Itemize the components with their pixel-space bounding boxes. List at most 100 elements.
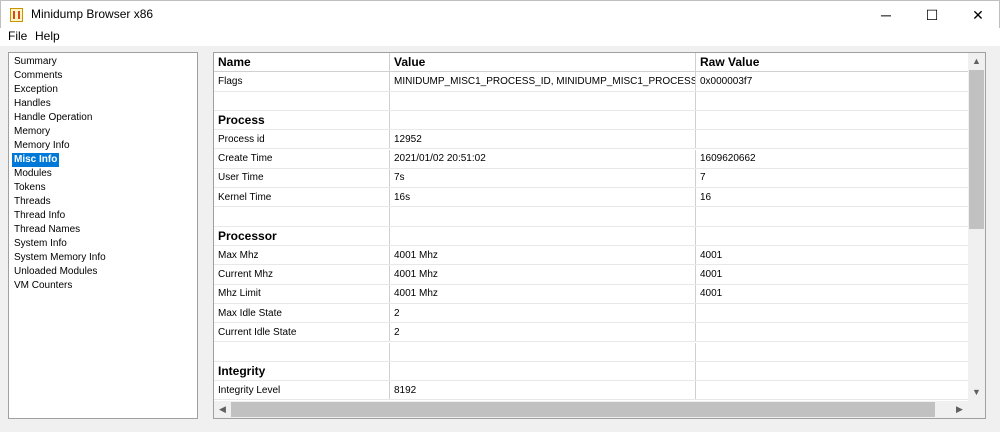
sidebar-item-thread-names[interactable]: Thread Names [12,223,82,237]
sidebar-item-modules[interactable]: Modules [12,167,54,181]
category-list[interactable]: Summary Comments Exception Handles Handle Op… [8,52,198,419]
table-row[interactable]: User Time 7s 7 [214,168,968,189]
cell-value: MINIDUMP_MISC1_PROCESS_ID, MINIDUMP_MISC… [390,72,696,91]
column-header-name[interactable]: Name [214,53,390,72]
sidebar-item-threads[interactable]: Threads [12,195,53,209]
section-row[interactable]: Process [214,110,968,131]
cell-value: 4001 Mhz [390,246,696,265]
cell-value: 8192 [390,381,696,400]
sidebar-item-system-memory-info[interactable]: System Memory Info [12,251,108,265]
horizontal-scrollbar[interactable]: ◀ ▶ [214,401,968,418]
sidebar-item-thread-info[interactable]: Thread Info [12,209,67,223]
menu-bar: File Help [0,28,1000,46]
vertical-scroll-thumb[interactable] [969,70,984,229]
title-bar: Minidump Browser x86 ─ ☐ ✕ [0,0,1000,28]
cell-name: Create Time [214,149,390,168]
cell-raw: 7 [700,172,706,184]
table-row[interactable]: Current Idle State 2 [214,323,968,343]
sidebar-item-handles[interactable]: Handles [12,97,53,111]
sidebar-item-summary[interactable]: Summary [12,55,59,69]
cell-raw: 0x000003f7 [700,75,753,87]
cell-name: Kernel Time [214,188,390,207]
column-header-raw-value[interactable]: Raw Value [696,53,968,71]
column-header-value[interactable]: Value [390,53,696,72]
cell-value: 2 [390,303,696,323]
scroll-corner [968,401,985,418]
cell-name [214,342,390,361]
cell-name: User Time [214,168,390,188]
maximize-button[interactable]: ☐ [909,1,955,29]
table-row[interactable]: Process id 12952 [214,130,968,150]
sidebar-item-comments[interactable]: Comments [12,69,64,83]
table-row[interactable]: Max Mhz 4001 Mhz 4001 [214,246,968,266]
cell-name: Mhz Limit [214,284,390,303]
sidebar-item-misc-info[interactable]: Misc Info [12,153,60,167]
table-row[interactable] [214,207,968,227]
cell-value [390,342,696,361]
cell-raw [696,362,968,380]
cell-raw: 4001 [700,268,723,280]
vertical-scrollbar[interactable]: ▲ ▼ [968,53,985,401]
table-row[interactable]: Current Mhz 4001 Mhz 4001 [214,265,968,285]
scroll-up-icon[interactable]: ▲ [968,53,985,70]
scroll-left-icon[interactable]: ◀ [214,401,231,418]
cell-raw [696,381,968,399]
minimize-button[interactable]: ─ [863,1,909,29]
cell-name [214,91,390,110]
table-row[interactable]: Kernel Time 16s 16 [214,188,968,208]
window-title: Minidump Browser x86 [31,7,154,21]
cell-raw: 4001 [700,249,723,261]
cell-raw [696,207,968,225]
cell-value: 4001 Mhz [390,284,696,303]
cell-value [390,226,696,245]
details-grid: Name Value Raw Value Flags MINIDUMP_MISC1… [213,52,986,419]
cell-name: Max Idle State [214,303,390,323]
section-row[interactable]: Processor [214,226,968,246]
scroll-down-icon[interactable]: ▼ [968,384,985,401]
grid-header: Name Value Raw Value [214,53,968,73]
cell-value: 2 [390,323,696,342]
table-row[interactable]: Create Time 2021/01/02 20:51:02 1609620662 [214,149,968,169]
cell-value [390,361,696,381]
cell-raw: 16 [700,191,712,203]
cell-name: Flags [214,72,390,91]
cell-name: Integrity [214,361,390,381]
menu-file[interactable]: File [8,29,27,43]
sidebar-item-exception[interactable]: Exception [12,83,60,97]
cell-name: Process id [214,130,390,149]
sidebar-item-unloaded-modules[interactable]: Unloaded Modules [12,265,99,279]
table-row[interactable]: Mhz Limit 4001 Mhz 4001 [214,284,968,304]
cell-name: Process [214,110,390,130]
sidebar-item-memory[interactable]: Memory [12,125,52,139]
grid-body: Name Value Raw Value Flags MINIDUMP_MISC1… [214,53,968,401]
cell-value [390,110,696,130]
cell-value: 12952 [390,130,696,149]
sidebar-item-handle-operation[interactable]: Handle Operation [12,111,94,125]
sidebar-item-vm-counters[interactable]: VM Counters [12,279,74,293]
menu-help[interactable]: Help [35,29,60,43]
cell-value: 2021/01/02 20:51:02 [390,149,696,168]
cell-raw [696,304,968,322]
cell-raw [696,323,968,341]
app-icon [10,8,23,22]
table-row[interactable]: Max Idle State 2 [214,303,968,324]
table-row[interactable] [214,91,968,111]
table-row[interactable] [214,342,968,362]
cell-name: Max Mhz [214,246,390,265]
sidebar-item-memory-info[interactable]: Memory Info [12,139,72,153]
section-row[interactable]: Integrity [214,361,968,382]
cell-raw: 4001 [700,288,723,300]
cell-name [214,207,390,226]
close-button[interactable]: ✕ [955,1,1000,29]
cell-value: 7s [390,168,696,188]
cell-raw [696,92,968,110]
sidebar-item-system-info[interactable]: System Info [12,237,69,251]
table-row[interactable]: Integrity Level 8192 [214,381,968,401]
cell-raw [696,227,968,245]
sidebar-item-tokens[interactable]: Tokens [12,181,48,195]
cell-raw: 1609620662 [700,153,756,165]
cell-value [390,91,696,110]
scroll-right-icon[interactable]: ▶ [951,401,968,418]
table-row[interactable]: Flags MINIDUMP_MISC1_PROCESS_ID, MINIDUMP… [214,72,968,92]
horizontal-scroll-thumb[interactable] [231,402,935,417]
